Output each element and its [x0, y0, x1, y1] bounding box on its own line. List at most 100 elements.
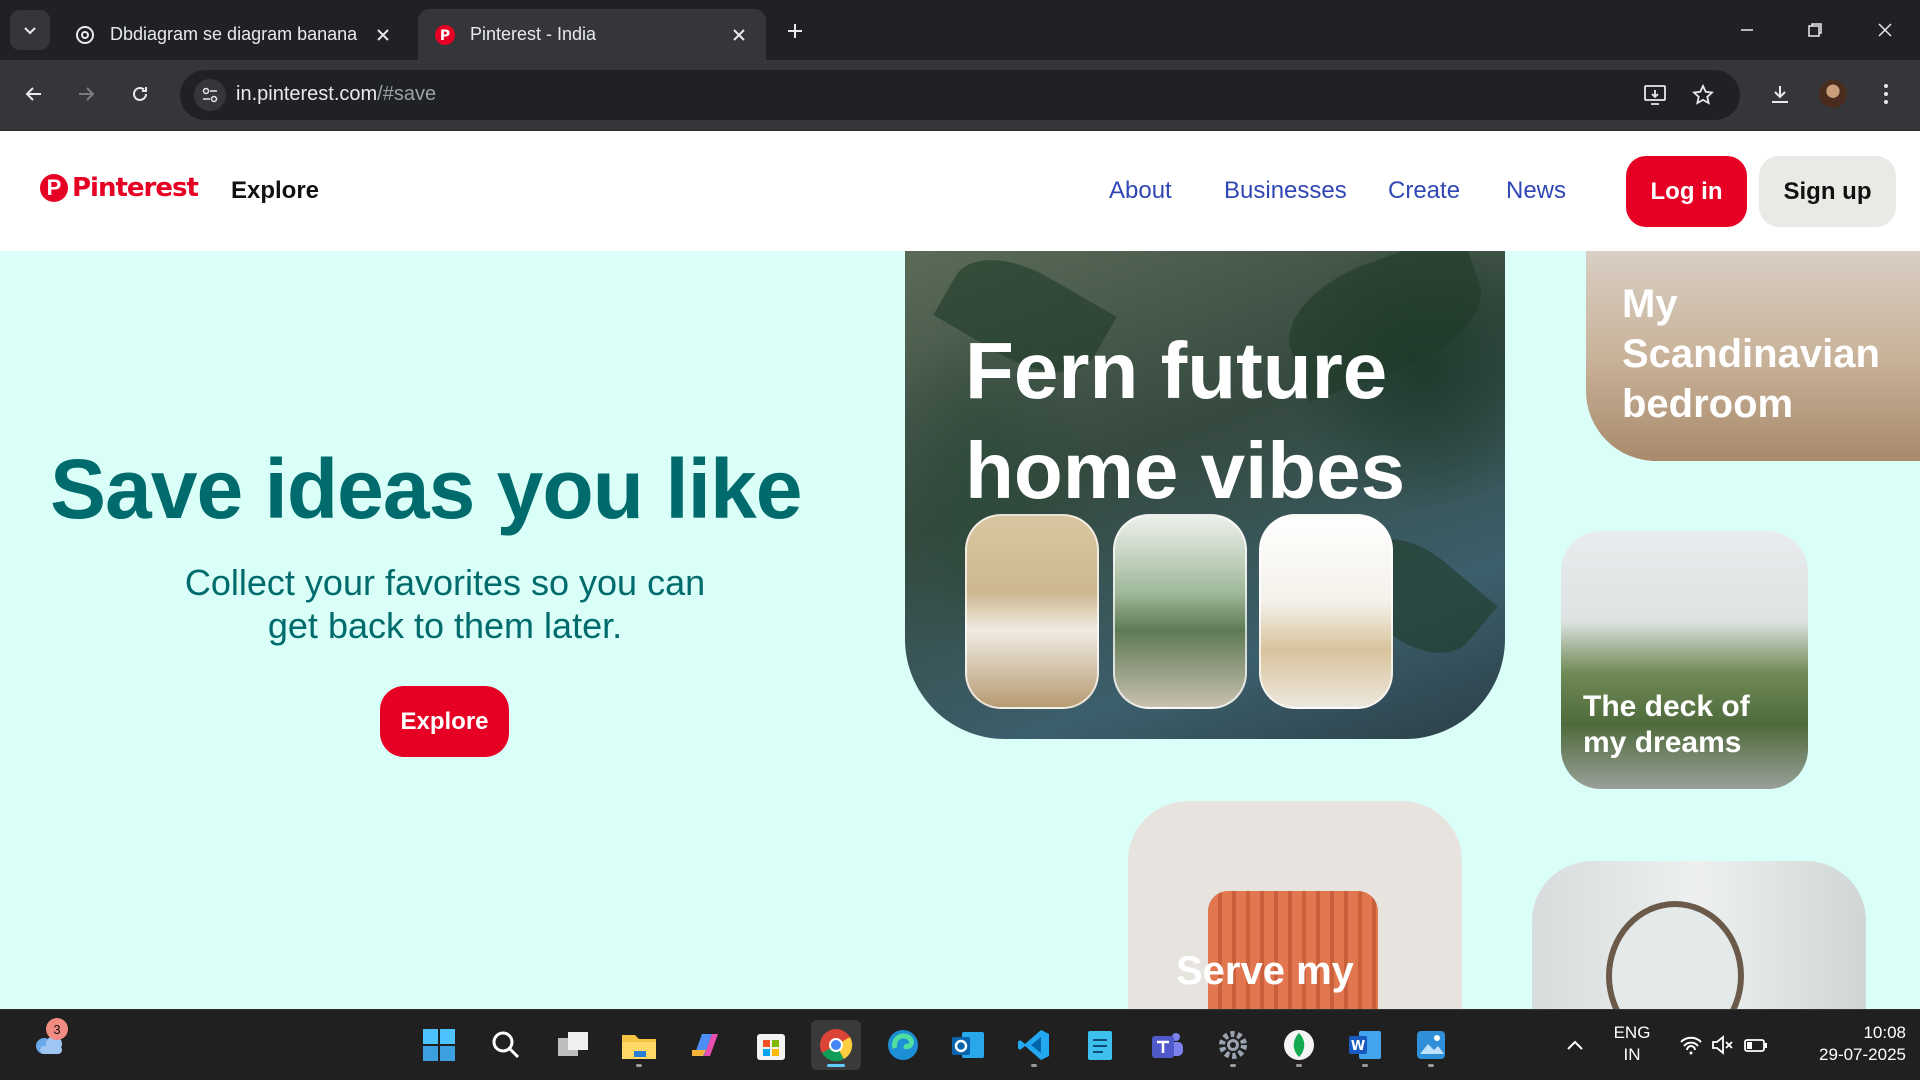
teams-button[interactable]	[1142, 1020, 1192, 1070]
logo-text: Pinterest	[72, 173, 199, 203]
tab-dbdiagram[interactable]: Dbdiagram se diagram banana	[58, 9, 410, 60]
chevron-up-icon	[1567, 1040, 1583, 1050]
mirror-image	[1606, 901, 1744, 1009]
pin-card-deck[interactable]: The deck of my dreams	[1561, 531, 1808, 789]
vscode-icon	[1018, 1030, 1049, 1060]
chrome-button[interactable]	[811, 1020, 861, 1070]
tab-title: Dbdiagram se diagram banana	[110, 24, 358, 44]
explore-nav-link[interactable]: Explore	[231, 177, 319, 205]
pin-card-title-line: Fern future	[965, 326, 1388, 415]
nav-news[interactable]: News	[1506, 177, 1566, 205]
notepad-button[interactable]	[1075, 1020, 1125, 1070]
word-icon: W	[1349, 1031, 1381, 1059]
nav-about[interactable]: About	[1109, 177, 1172, 205]
pin-card-scandinavian[interactable]: My Scandinavian bedroom	[1586, 251, 1920, 461]
site-header: P Pinterest Explore About Businesses Cre…	[0, 131, 1920, 251]
hero-title: Save ideas you like	[50, 442, 802, 536]
restore-icon	[1808, 23, 1822, 37]
pinterest-logo[interactable]: P Pinterest	[40, 173, 199, 203]
close-icon	[1878, 23, 1892, 37]
pin-thumbnail[interactable]	[965, 514, 1099, 709]
running-indicator	[1031, 1064, 1037, 1067]
new-tab-button[interactable]	[778, 14, 812, 48]
site-settings-icon[interactable]	[194, 79, 226, 111]
gear-icon	[1219, 1031, 1247, 1059]
pin-thumbnail[interactable]	[1259, 514, 1393, 709]
download-icon[interactable]	[1760, 74, 1800, 114]
login-button[interactable]: Log in	[1626, 156, 1747, 227]
reload-button[interactable]	[120, 74, 160, 114]
microsoft-store-button[interactable]	[746, 1020, 796, 1070]
back-button[interactable]	[14, 74, 54, 114]
close-tab-icon[interactable]	[728, 24, 750, 46]
settings-button[interactable]	[1208, 1020, 1258, 1070]
time-text: 10:08	[1863, 1023, 1906, 1042]
teams-icon	[1152, 1033, 1183, 1058]
vscode-button[interactable]	[1009, 1020, 1059, 1070]
url-host: in.pinterest.com	[236, 83, 378, 105]
task-view-button[interactable]	[548, 1020, 598, 1070]
word-button[interactable]: W	[1340, 1020, 1390, 1070]
photos-button[interactable]	[1406, 1020, 1456, 1070]
svg-text:W: W	[1351, 1039, 1365, 1054]
copilot-button[interactable]	[680, 1020, 730, 1070]
restore-button[interactable]	[1792, 10, 1838, 50]
system-tray-quick-settings[interactable]	[1664, 1020, 1784, 1070]
notification-badge: 3	[46, 1018, 68, 1040]
plus-icon	[788, 24, 802, 38]
chevron-down-icon	[24, 27, 36, 35]
arrow-left-icon	[25, 87, 41, 101]
kebab-menu-icon	[1884, 84, 1888, 104]
input-language[interactable]: ENG IN	[1600, 1022, 1664, 1066]
show-hidden-icons-button[interactable]	[1550, 1020, 1600, 1070]
forward-button[interactable]	[66, 74, 106, 114]
signup-button[interactable]: Sign up	[1759, 156, 1896, 227]
edge-icon	[888, 1030, 918, 1060]
clock[interactable]: 10:08 29-07-2025	[1790, 1022, 1906, 1066]
battery-icon	[1744, 1039, 1767, 1052]
date-text: 29-07-2025	[1819, 1045, 1906, 1064]
tab-pinterest[interactable]: P Pinterest - India	[418, 9, 766, 60]
edge-button[interactable]	[878, 1020, 928, 1070]
openai-icon	[74, 24, 96, 46]
profile-avatar[interactable]	[1813, 74, 1853, 114]
mongodb-compass-button[interactable]	[1274, 1020, 1324, 1070]
nav-create[interactable]: Create	[1388, 177, 1460, 205]
pin-card-title: My Scandinavian bedroom	[1622, 279, 1880, 429]
minimize-button[interactable]	[1724, 10, 1770, 50]
close-window-button[interactable]	[1862, 10, 1908, 50]
url-path: /#save	[377, 83, 437, 105]
browser-tab-bar: Dbdiagram se diagram banana P Pinterest …	[0, 0, 1920, 60]
address-bar[interactable]: in.pinterest.com/#save	[180, 70, 1740, 120]
pin-thumbnail[interactable]	[1113, 514, 1247, 709]
copilot-icon	[692, 1034, 718, 1056]
outlook-button[interactable]	[943, 1020, 993, 1070]
folder-icon	[622, 1035, 656, 1059]
running-indicator	[1362, 1064, 1368, 1067]
explore-button[interactable]: Explore	[380, 686, 509, 757]
tab-search-button[interactable]	[10, 10, 50, 50]
pinterest-logo-icon: P	[40, 174, 68, 202]
install-app-icon[interactable]	[1638, 78, 1672, 112]
search-button[interactable]	[481, 1020, 531, 1070]
file-explorer-button[interactable]	[614, 1020, 664, 1070]
nav-businesses[interactable]: Businesses	[1224, 177, 1347, 205]
windows-taskbar: W ENG IN 10:08 29-07-2025	[0, 1009, 1920, 1080]
arrow-right-icon	[79, 87, 95, 101]
pin-card-mirror[interactable]	[1532, 861, 1866, 1009]
close-tab-icon[interactable]	[372, 24, 394, 46]
running-indicator	[636, 1064, 642, 1067]
language-code: ENG	[1613, 1023, 1651, 1042]
menu-button[interactable]	[1866, 74, 1906, 114]
start-button[interactable]	[414, 1020, 464, 1070]
pin-card-serve[interactable]: Serve my	[1128, 801, 1462, 1009]
bookmark-star-icon[interactable]	[1686, 78, 1720, 112]
leaf-icon	[1284, 1030, 1314, 1060]
pin-card-title-line: My	[1622, 282, 1678, 326]
avatar	[1819, 80, 1847, 108]
pin-card-title-line: The deck of	[1583, 690, 1750, 723]
pin-card-fern[interactable]: Fern future home vibes	[905, 251, 1505, 739]
url-text: in.pinterest.com/#save	[236, 83, 436, 106]
outlook-icon	[952, 1032, 984, 1058]
hero-subtitle-line: Collect your favorites so you can	[184, 562, 706, 603]
